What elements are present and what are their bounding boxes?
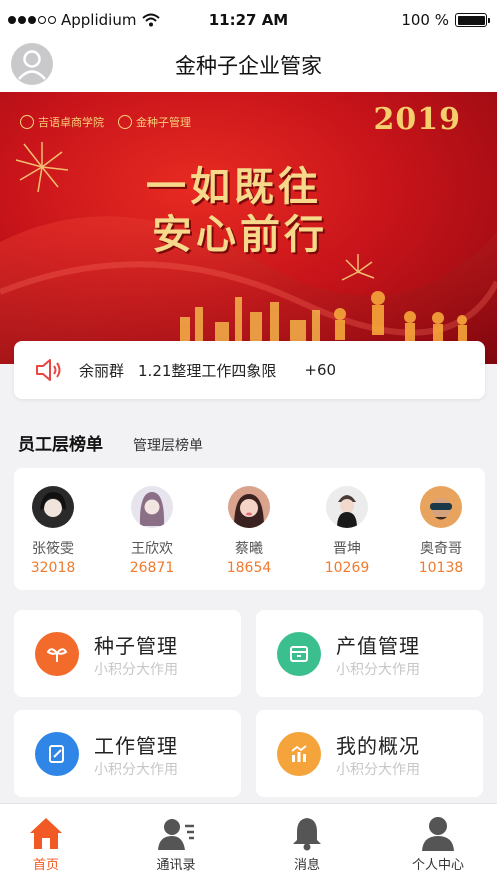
module-title: 种子管理: [94, 634, 178, 658]
battery-percent: 100 %: [401, 11, 449, 29]
avatar: [420, 486, 462, 528]
brand-logo-icon: [118, 115, 132, 129]
leaderboard-score: 10138: [418, 560, 464, 576]
leaderboard-tabs: 员工层榜单 管理层榜单: [18, 430, 203, 455]
leaderboard-score: 32018: [30, 560, 76, 576]
nav-label: 首页: [32, 858, 59, 873]
module-subtitle: 小积分大作用: [336, 762, 420, 778]
status-bar: Applidium 11:27 AM 100 %: [0, 0, 497, 40]
avatar: [32, 486, 74, 528]
my-overview-card[interactable]: 我的概况 小积分大作用: [256, 710, 483, 797]
home-icon: [30, 818, 62, 849]
brand-logo-text: 金种子管理: [136, 116, 191, 129]
leaderboard-name: 张筱雯: [32, 541, 74, 557]
leaderboard-name: 晋坤: [333, 541, 361, 557]
contacts-icon: [158, 819, 194, 850]
speaker-icon: [36, 359, 61, 381]
leaderboard-name: 蔡曦: [235, 541, 263, 557]
chart-icon: [277, 732, 321, 776]
wallet-icon: [277, 632, 321, 676]
notice-name: 余丽群: [79, 361, 125, 380]
notice-text: 1.21整理工作四象限: [138, 361, 277, 380]
leaderboard-item[interactable]: 晋坤 10269: [312, 486, 382, 576]
page-title: 金种子企业管家: [175, 54, 322, 78]
tab-employee-ranking[interactable]: 员工层榜单: [18, 430, 103, 455]
leaderboard-item[interactable]: 张筱雯 32018: [18, 486, 88, 576]
leaderboard-item[interactable]: 奥奇哥 10138: [406, 486, 476, 576]
app-header: 金种子企业管家: [0, 40, 497, 92]
battery-icon: [455, 13, 490, 27]
notice-points: +60: [304, 361, 337, 379]
leaderboard-score: 26871: [129, 560, 175, 576]
bottom-nav: 首页 通讯录 消息 个人中心: [0, 803, 497, 883]
tab-management-ranking[interactable]: 管理层榜单: [133, 435, 203, 455]
module-subtitle: 小积分大作用: [336, 662, 420, 678]
academy-logo: 吉语卓商学院: [20, 114, 104, 130]
academy-logo-text: 吉语卓商学院: [38, 116, 104, 129]
edit-icon: [35, 732, 79, 776]
seed-management-card[interactable]: 种子管理 小积分大作用: [14, 610, 241, 697]
nav-label: 通讯录: [156, 858, 196, 873]
avatar: [228, 486, 270, 528]
module-subtitle: 小积分大作用: [94, 762, 178, 778]
leaderboard-score: 18654: [226, 560, 272, 576]
output-management-card[interactable]: 产值管理 小积分大作用: [256, 610, 483, 697]
nav-messages[interactable]: 消息: [257, 814, 357, 873]
bell-icon: [293, 818, 321, 851]
nav-profile[interactable]: 个人中心: [388, 814, 488, 873]
promo-banner[interactable]: 吉语卓商学院 金种子管理 2019 一如既往 安心前行: [0, 92, 497, 364]
banner-year: 2019: [373, 102, 461, 137]
leaderboard-name: 奥奇哥: [420, 541, 462, 557]
nav-label: 个人中心: [411, 858, 464, 873]
notice-card[interactable]: 余丽群 1.21整理工作四象限 +60: [14, 341, 485, 399]
academy-logo-icon: [20, 115, 34, 129]
leaderboard-name: 王欣欢: [131, 541, 173, 557]
brand-logo: 金种子管理: [118, 114, 191, 130]
module-title: 我的概况: [336, 734, 420, 758]
avatar: [326, 486, 368, 528]
leaderboard-item[interactable]: 蔡曦 18654: [214, 486, 284, 576]
nav-home[interactable]: 首页: [0, 814, 96, 873]
avatar: [131, 486, 173, 528]
banner-headline-2: 安心前行: [152, 211, 328, 258]
nav-contacts[interactable]: 通讯录: [126, 814, 226, 873]
nav-label: 消息: [293, 858, 320, 873]
seed-icon: [35, 632, 79, 676]
leaderboard-score: 10269: [324, 560, 370, 576]
module-subtitle: 小积分大作用: [94, 662, 178, 678]
person-icon: [422, 817, 454, 851]
banner-logos: 吉语卓商学院 金种子管理: [20, 114, 191, 130]
module-title: 产值管理: [336, 634, 420, 658]
status-right: 100 %: [401, 11, 490, 29]
work-management-card[interactable]: 工作管理 小积分大作用: [14, 710, 241, 797]
module-title: 工作管理: [94, 734, 178, 758]
leaderboard-card: 张筱雯 32018 王欣欢 26871 蔡曦 18654 晋坤 10269 奥奇…: [14, 468, 485, 590]
leaderboard-item[interactable]: 王欣欢 26871: [117, 486, 187, 576]
